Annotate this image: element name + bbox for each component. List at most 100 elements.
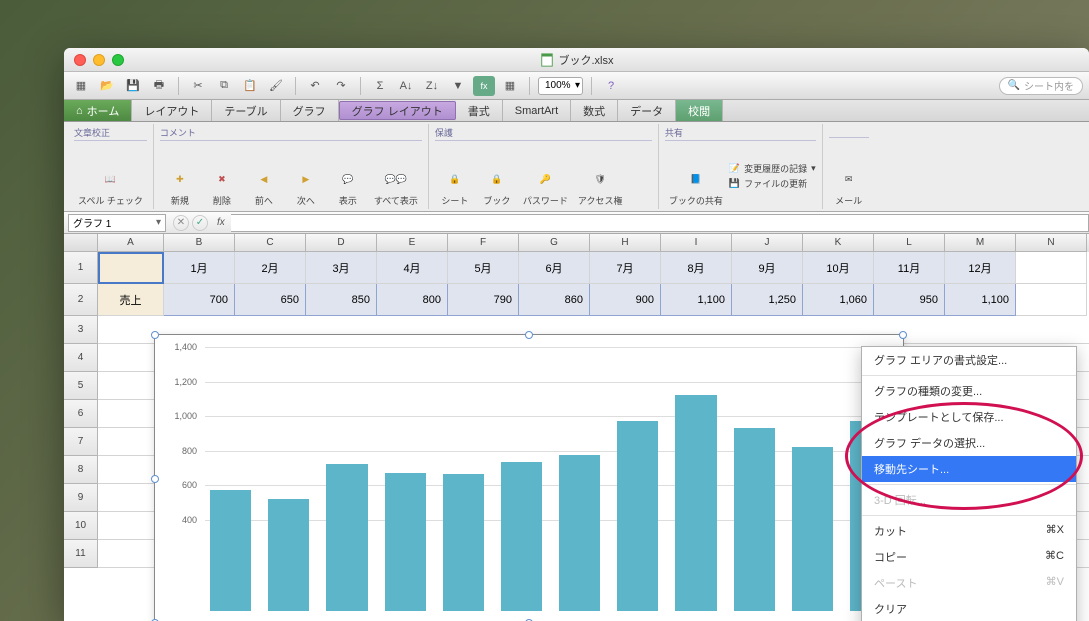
track-changes-button[interactable]: 📝 変更履歴の記録 ▾ xyxy=(729,162,816,175)
cell[interactable]: 900 xyxy=(590,284,661,316)
mail-button[interactable]: ✉メール xyxy=(829,140,869,209)
menu-save-template[interactable]: テンプレートとして保存... xyxy=(862,404,1076,430)
chart-bar[interactable] xyxy=(443,474,484,611)
cell[interactable]: 1,100 xyxy=(661,284,732,316)
cell[interactable]: 800 xyxy=(377,284,448,316)
chart-bar[interactable] xyxy=(734,428,775,611)
col-header[interactable]: C xyxy=(235,234,306,252)
fx-icon[interactable]: fx xyxy=(473,76,495,96)
cell[interactable]: 7月 xyxy=(590,252,661,284)
select-all-corner[interactable] xyxy=(64,234,98,252)
filter-icon[interactable]: ▼ xyxy=(447,76,469,96)
menu-copy[interactable]: コピー⌘C xyxy=(862,544,1076,570)
cell[interactable]: 700 xyxy=(164,284,235,316)
zoom-select[interactable]: 100%▾ xyxy=(538,77,583,95)
cell[interactable]: 1,250 xyxy=(732,284,803,316)
cell[interactable]: 8月 xyxy=(661,252,732,284)
new-file-icon[interactable]: ▦ xyxy=(70,76,92,96)
row-header[interactable]: 7 xyxy=(64,428,98,456)
col-header[interactable]: K xyxy=(803,234,874,252)
showall-comments-button[interactable]: 💬💬すべて表示 xyxy=(370,143,422,209)
cell[interactable] xyxy=(1016,252,1087,284)
zoom-window-button[interactable] xyxy=(112,54,124,66)
col-header[interactable]: I xyxy=(661,234,732,252)
chart-bar[interactable] xyxy=(268,499,309,611)
protect-book-button[interactable]: 🔒ブック xyxy=(477,143,517,209)
chart-bar[interactable] xyxy=(559,455,600,611)
cell[interactable]: 12月 xyxy=(945,252,1016,284)
col-header[interactable]: H xyxy=(590,234,661,252)
col-header[interactable]: G xyxy=(519,234,590,252)
cell[interactable]: 4月 xyxy=(377,252,448,284)
row-header[interactable]: 9 xyxy=(64,484,98,512)
sort-desc-icon[interactable]: Z↓ xyxy=(421,76,443,96)
update-file-button[interactable]: 💾 ファイルの更新 xyxy=(729,177,816,190)
col-header[interactable]: N xyxy=(1016,234,1087,252)
cell[interactable]: 10月 xyxy=(803,252,874,284)
row-header[interactable]: 6 xyxy=(64,400,98,428)
formula-input[interactable] xyxy=(231,214,1089,232)
chart-plot-area[interactable]: 4006008001,0001,2001,400 xyxy=(155,335,903,621)
tab-review[interactable]: 校閲 xyxy=(676,100,723,121)
cell[interactable] xyxy=(1016,284,1087,316)
tab-smartart[interactable]: SmartArt xyxy=(503,100,571,121)
format-painter-icon[interactable]: 🖌 xyxy=(265,76,287,96)
password-button[interactable]: 🔑パスワード xyxy=(519,143,572,209)
cell[interactable]: 1月 xyxy=(164,252,235,284)
cell[interactable]: 9月 xyxy=(732,252,803,284)
cell[interactable]: 6月 xyxy=(519,252,590,284)
new-comment-button[interactable]: ✚新規 xyxy=(160,143,200,209)
cell[interactable] xyxy=(98,252,164,284)
cell[interactable]: 5月 xyxy=(448,252,519,284)
row-header[interactable]: 2 xyxy=(64,284,98,316)
tab-layout[interactable]: レイアウト xyxy=(132,100,212,121)
menu-cut[interactable]: カット⌘X xyxy=(862,518,1076,544)
paste-icon[interactable]: 📋 xyxy=(239,76,261,96)
sort-asc-icon[interactable]: A↓ xyxy=(395,76,417,96)
help-icon[interactable]: ? xyxy=(600,76,622,96)
search-input[interactable]: 🔍シート内を xyxy=(999,77,1083,95)
open-icon[interactable]: 📂 xyxy=(96,76,118,96)
accept-formula-icon[interactable]: ✓ xyxy=(192,215,208,231)
protect-sheet-button[interactable]: 🔒シート xyxy=(435,143,475,209)
show-formulas-icon[interactable]: ▦ xyxy=(499,76,521,96)
cell[interactable]: 11月 xyxy=(874,252,945,284)
cell[interactable]: 850 xyxy=(306,284,377,316)
show-comment-button[interactable]: 💬表示 xyxy=(328,143,368,209)
cell[interactable]: 売上 xyxy=(98,284,164,316)
chart-bar[interactable] xyxy=(326,464,367,611)
fx-label[interactable]: fx xyxy=(211,217,231,228)
minimize-window-button[interactable] xyxy=(93,54,105,66)
cell[interactable]: 950 xyxy=(874,284,945,316)
row-header[interactable]: 11 xyxy=(64,540,98,568)
col-header[interactable]: F xyxy=(448,234,519,252)
access-button[interactable]: 🛡アクセス権 xyxy=(574,143,627,209)
delete-comment-button[interactable]: ✖削除 xyxy=(202,143,242,209)
close-window-button[interactable] xyxy=(74,54,86,66)
next-comment-button[interactable]: ▶次へ xyxy=(286,143,326,209)
menu-format-chart[interactable]: グラフ エリアの書式設定... xyxy=(862,347,1076,373)
cell[interactable]: 2月 xyxy=(235,252,306,284)
tab-chart-layout[interactable]: グラフ レイアウト xyxy=(339,101,456,120)
col-header[interactable]: L xyxy=(874,234,945,252)
col-header[interactable]: M xyxy=(945,234,1016,252)
undo-icon[interactable]: ↶ xyxy=(304,76,326,96)
cell[interactable]: 860 xyxy=(519,284,590,316)
chart-bar[interactable] xyxy=(792,447,833,611)
tab-format[interactable]: 書式 xyxy=(456,100,503,121)
col-header[interactable]: B xyxy=(164,234,235,252)
cell[interactable]: 1,100 xyxy=(945,284,1016,316)
cut-icon[interactable]: ✂ xyxy=(187,76,209,96)
tab-home[interactable]: ホーム xyxy=(64,100,132,121)
menu-move-chart[interactable]: 移動先シート... xyxy=(862,456,1076,482)
row-header[interactable]: 5 xyxy=(64,372,98,400)
cell[interactable]: 790 xyxy=(448,284,519,316)
menu-select-data[interactable]: グラフ データの選択... xyxy=(862,430,1076,456)
print-icon[interactable]: 🖶 xyxy=(148,76,170,96)
col-header[interactable]: J xyxy=(732,234,803,252)
tab-data[interactable]: データ xyxy=(618,100,676,121)
row-header[interactable]: 4 xyxy=(64,344,98,372)
cell[interactable]: 3月 xyxy=(306,252,377,284)
tab-table[interactable]: テーブル xyxy=(212,100,280,121)
spellcheck-button[interactable]: 📖スペル チェック xyxy=(74,143,147,209)
